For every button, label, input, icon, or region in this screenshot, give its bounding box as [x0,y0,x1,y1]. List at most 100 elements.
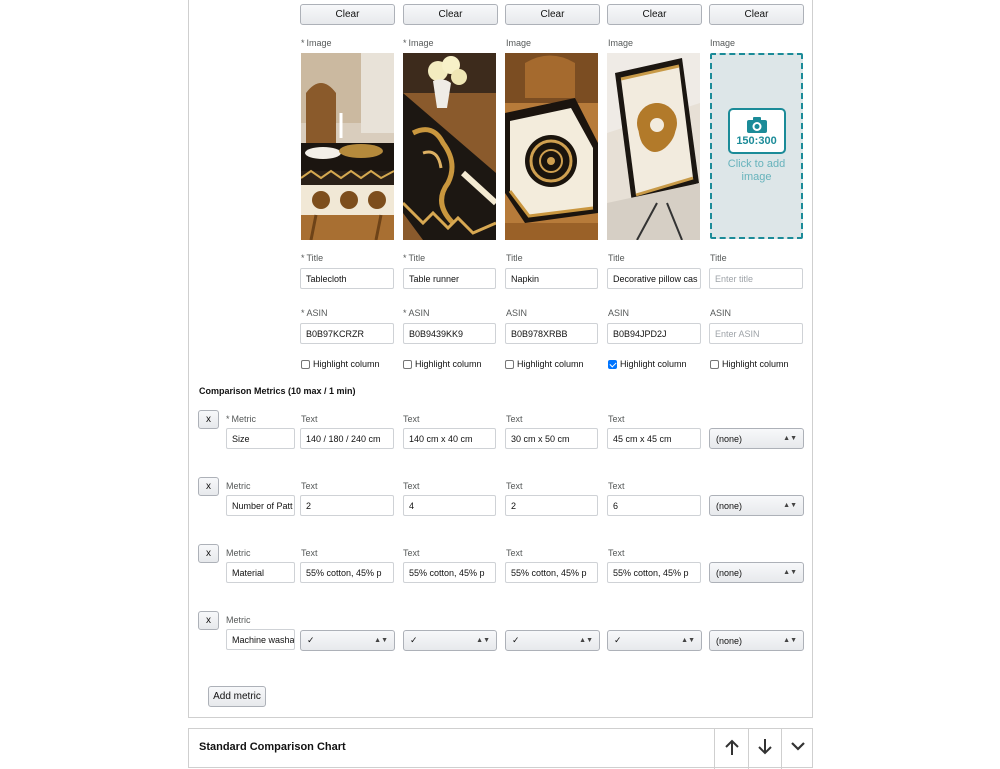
metric-value-input[interactable]: 45 cm x 45 cm [607,428,701,449]
napkin-illustration [505,53,598,240]
remove-label: x [206,615,211,626]
title-label-1: * Title [301,253,323,263]
asin-label-5: ASIN [710,308,731,318]
asin-label-4: ASIN [608,308,629,318]
move-up-button[interactable] [714,729,748,769]
clear-button-3[interactable]: Clear [505,4,600,25]
section-title: Standard Comparison Chart [199,741,346,753]
metric-value-input[interactable]: 55% cotton, 45% p [403,562,496,583]
metric-value-input[interactable]: 140 cm x 40 cm [403,428,496,449]
title-label-3: Title [506,253,523,263]
camera-glyph [746,116,767,133]
title-label-5: Title [710,253,727,263]
asin-label-text: ASIN [306,308,328,318]
metric-value-input[interactable]: 4 [403,495,496,516]
checkbox-box-checked[interactable] [608,359,617,369]
updown-caret-icon: ▲▼ [476,637,490,644]
clear-label: Clear [744,9,769,20]
clear-button-2[interactable]: Clear [403,4,498,25]
metric-name-input[interactable]: Size [226,428,295,449]
highlight-checkbox-4[interactable]: Highlight column [608,359,687,369]
asin-input-1[interactable]: B0B97KCRZR [300,323,394,344]
title-input-4[interactable]: Decorative pillow cas [607,268,701,289]
title-label-text: Title [408,253,426,263]
asin-label-text: ASIN [710,308,732,318]
remove-metric-button[interactable]: x [198,477,219,496]
clear-button-1[interactable]: Clear [300,4,395,25]
metric-value-input[interactable]: 55% cotton, 45% p [300,562,394,583]
value-type-label: Text [403,548,420,558]
arrow-up-icon [724,739,739,755]
checkbox-box[interactable] [301,359,310,369]
required-marker: * [403,253,407,263]
clear-label: Clear [540,9,565,20]
title-input-2[interactable]: Table runner [403,268,496,289]
metric-value-input[interactable]: 55% cotton, 45% p [505,562,598,583]
remove-metric-button[interactable]: x [198,611,219,630]
add-metric-button[interactable]: Add metric [208,686,266,707]
checkbox-box[interactable] [403,359,412,369]
metric-value-input[interactable]: 2 [300,495,394,516]
chevron-down-icon [790,742,805,751]
remove-metric-button[interactable]: x [198,544,219,563]
metric-value-input[interactable]: 140 / 180 / 240 cm [300,428,394,449]
metric-value-select[interactable]: ✓ ▲▼ [505,630,600,651]
value-type-label: Text [301,548,318,558]
move-down-button[interactable] [748,729,781,769]
product-image-tablecloth[interactable] [301,53,394,240]
metric-value-select[interactable]: ✓ ▲▼ [403,630,497,651]
metric-name-input[interactable]: Machine washa [226,629,295,650]
remove-metric-button[interactable]: x [198,410,219,429]
select-value: (none) [716,500,743,511]
metric-value-input[interactable]: 55% cotton, 45% p [607,562,701,583]
asin-input-5[interactable]: Enter ASIN [709,323,803,344]
asin-input-2[interactable]: B0B9439KK9 [403,323,496,344]
image-label-2: * Image [403,38,434,48]
image-upload-dropzone[interactable]: 150:300 Click to add image [710,53,803,239]
checkbox-box[interactable] [710,359,719,369]
asin-input-4[interactable]: B0B94JPD2J [607,323,701,344]
checkbox-box[interactable] [505,359,514,369]
metric-name-input[interactable]: Material [226,562,295,583]
clear-button-4[interactable]: Clear [607,4,702,25]
select-value: (none) [716,567,743,578]
select-value: (none) [716,635,743,646]
highlight-checkbox-2[interactable]: Highlight column [403,359,482,369]
metric-label: Metric [226,481,251,491]
select-value: (none) [716,433,743,444]
remove-label: x [206,481,211,492]
metric-value-input[interactable]: 2 [505,495,598,516]
table-runner-illustration [403,53,496,240]
asin-input-3[interactable]: B0B978XRBB [505,323,598,344]
highlight-checkbox-5[interactable]: Highlight column [710,359,789,369]
product-image-napkin[interactable] [505,53,598,240]
image-label-text: Image [608,38,634,48]
highlight-checkbox-1[interactable]: Highlight column [301,359,380,369]
value-type-label: Text [608,548,625,558]
metric-fifth-column-select[interactable]: (none) ▲▼ [709,562,804,583]
metric-value-select[interactable]: ✓ ▲▼ [607,630,702,651]
asin-label-text: ASIN [408,308,430,318]
clear-button-5[interactable]: Clear [709,4,804,25]
metric-name-input[interactable]: Number of Patt [226,495,295,516]
metric-value-input[interactable]: 6 [607,495,701,516]
metric-value-select[interactable]: ✓ ▲▼ [300,630,395,651]
metric-fifth-column-select[interactable]: (none) ▲▼ [709,428,804,449]
metric-value-input[interactable]: 30 cm x 50 cm [505,428,598,449]
asin-label-1: * ASIN [301,308,328,318]
image-label-text: Image [710,38,736,48]
metric-fifth-column-select[interactable]: (none) ▲▼ [709,630,804,651]
title-input-3[interactable]: Napkin [505,268,598,289]
title-input-1[interactable]: Tablecloth [300,268,394,289]
product-image-pillow-case[interactable] [607,53,700,240]
value-type-label: Text [301,414,318,424]
upload-hint: Click to add image [727,158,786,183]
collapse-button[interactable] [781,729,813,769]
product-image-table-runner[interactable] [403,53,496,240]
metric-fifth-column-select[interactable]: (none) ▲▼ [709,495,804,516]
metric-label: Metric [226,548,251,558]
highlight-checkbox-3[interactable]: Highlight column [505,359,584,369]
arrow-down-icon [758,739,772,755]
title-input-5[interactable]: Enter title [709,268,803,289]
metric-label: Metric [226,615,251,625]
